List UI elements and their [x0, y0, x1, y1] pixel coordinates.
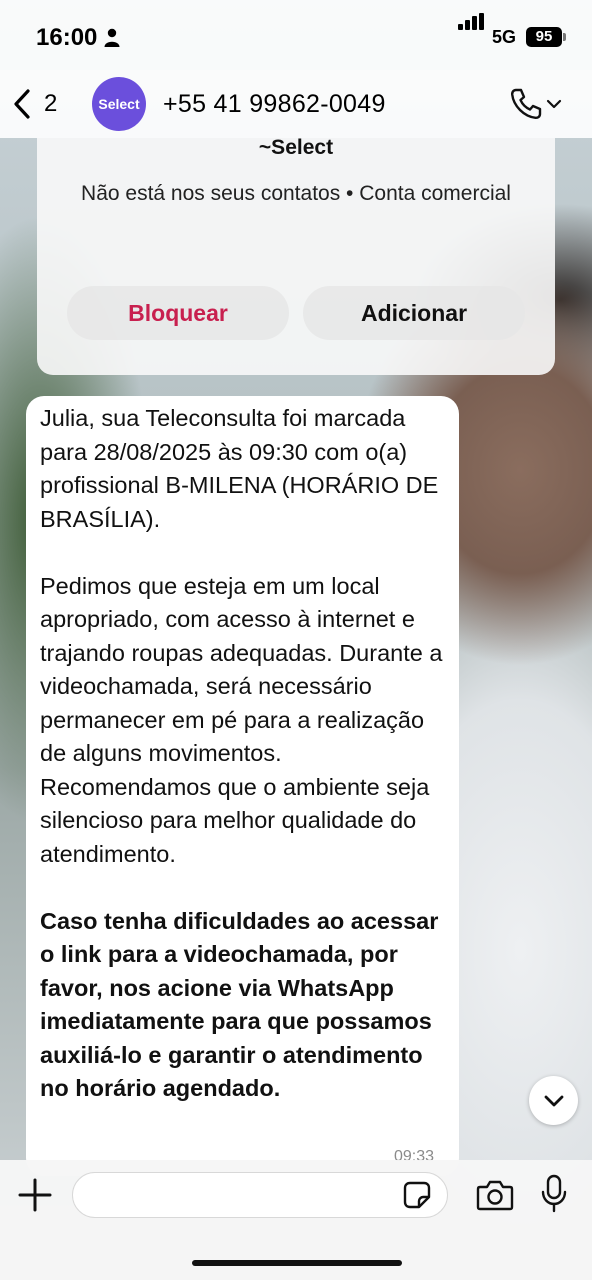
chat-header: 2 Select +55 41 99862-0049	[0, 70, 592, 138]
plus-icon	[18, 1178, 52, 1212]
avatar[interactable]: Select	[92, 77, 146, 131]
business-name: ~Select	[258, 136, 334, 159]
microphone-icon	[541, 1174, 567, 1213]
message-text: Julia, sua Teleconsulta foi marcada para…	[40, 402, 450, 1106]
message-paragraph-bold: Caso tenha dificuldades ao acessar o lin…	[40, 907, 439, 1102]
status-time: 16:00	[36, 24, 98, 51]
chevron-down-icon	[546, 99, 562, 109]
contact-status-text: Não está nos seus contatos • Conta comer…	[81, 182, 511, 205]
attach-button[interactable]	[16, 1176, 54, 1214]
message-paragraph: Julia, sua Teleconsulta foi marcada para…	[40, 405, 439, 532]
sticker-button[interactable]	[402, 1180, 432, 1210]
sticker-icon	[403, 1181, 431, 1209]
scroll-to-bottom-button[interactable]	[529, 1076, 578, 1125]
add-contact-button[interactable]: Adicionar	[303, 286, 525, 340]
message-input[interactable]	[72, 1172, 448, 1218]
message-input-field[interactable]	[89, 1173, 389, 1217]
message-bubble[interactable]: Julia, sua Teleconsulta foi marcada para…	[26, 396, 459, 1176]
call-button[interactable]	[508, 84, 568, 124]
unread-count: 2	[44, 90, 58, 117]
phone-icon	[510, 88, 542, 120]
message-paragraph: Pedimos que esteja em um local apropriad…	[40, 572, 443, 867]
contact-title[interactable]: +55 41 99862-0049	[163, 90, 386, 119]
battery-tip	[563, 33, 566, 41]
block-button[interactable]: Bloquear	[67, 286, 289, 340]
chevron-left-icon	[14, 89, 30, 119]
back-button[interactable]: 2	[12, 84, 72, 124]
status-bar: 16:00 5G 95	[0, 0, 592, 70]
battery-icon: 95	[526, 27, 562, 47]
network-label: 5G	[492, 27, 517, 47]
chevron-down-icon	[544, 1095, 563, 1106]
microphone-button[interactable]	[540, 1174, 568, 1214]
person-icon	[104, 28, 120, 47]
camera-icon	[476, 1180, 514, 1211]
home-indicator	[192, 1260, 402, 1266]
camera-button[interactable]	[476, 1178, 514, 1212]
contact-info-card: ~Select Não está nos seus contatos • Con…	[37, 136, 555, 375]
